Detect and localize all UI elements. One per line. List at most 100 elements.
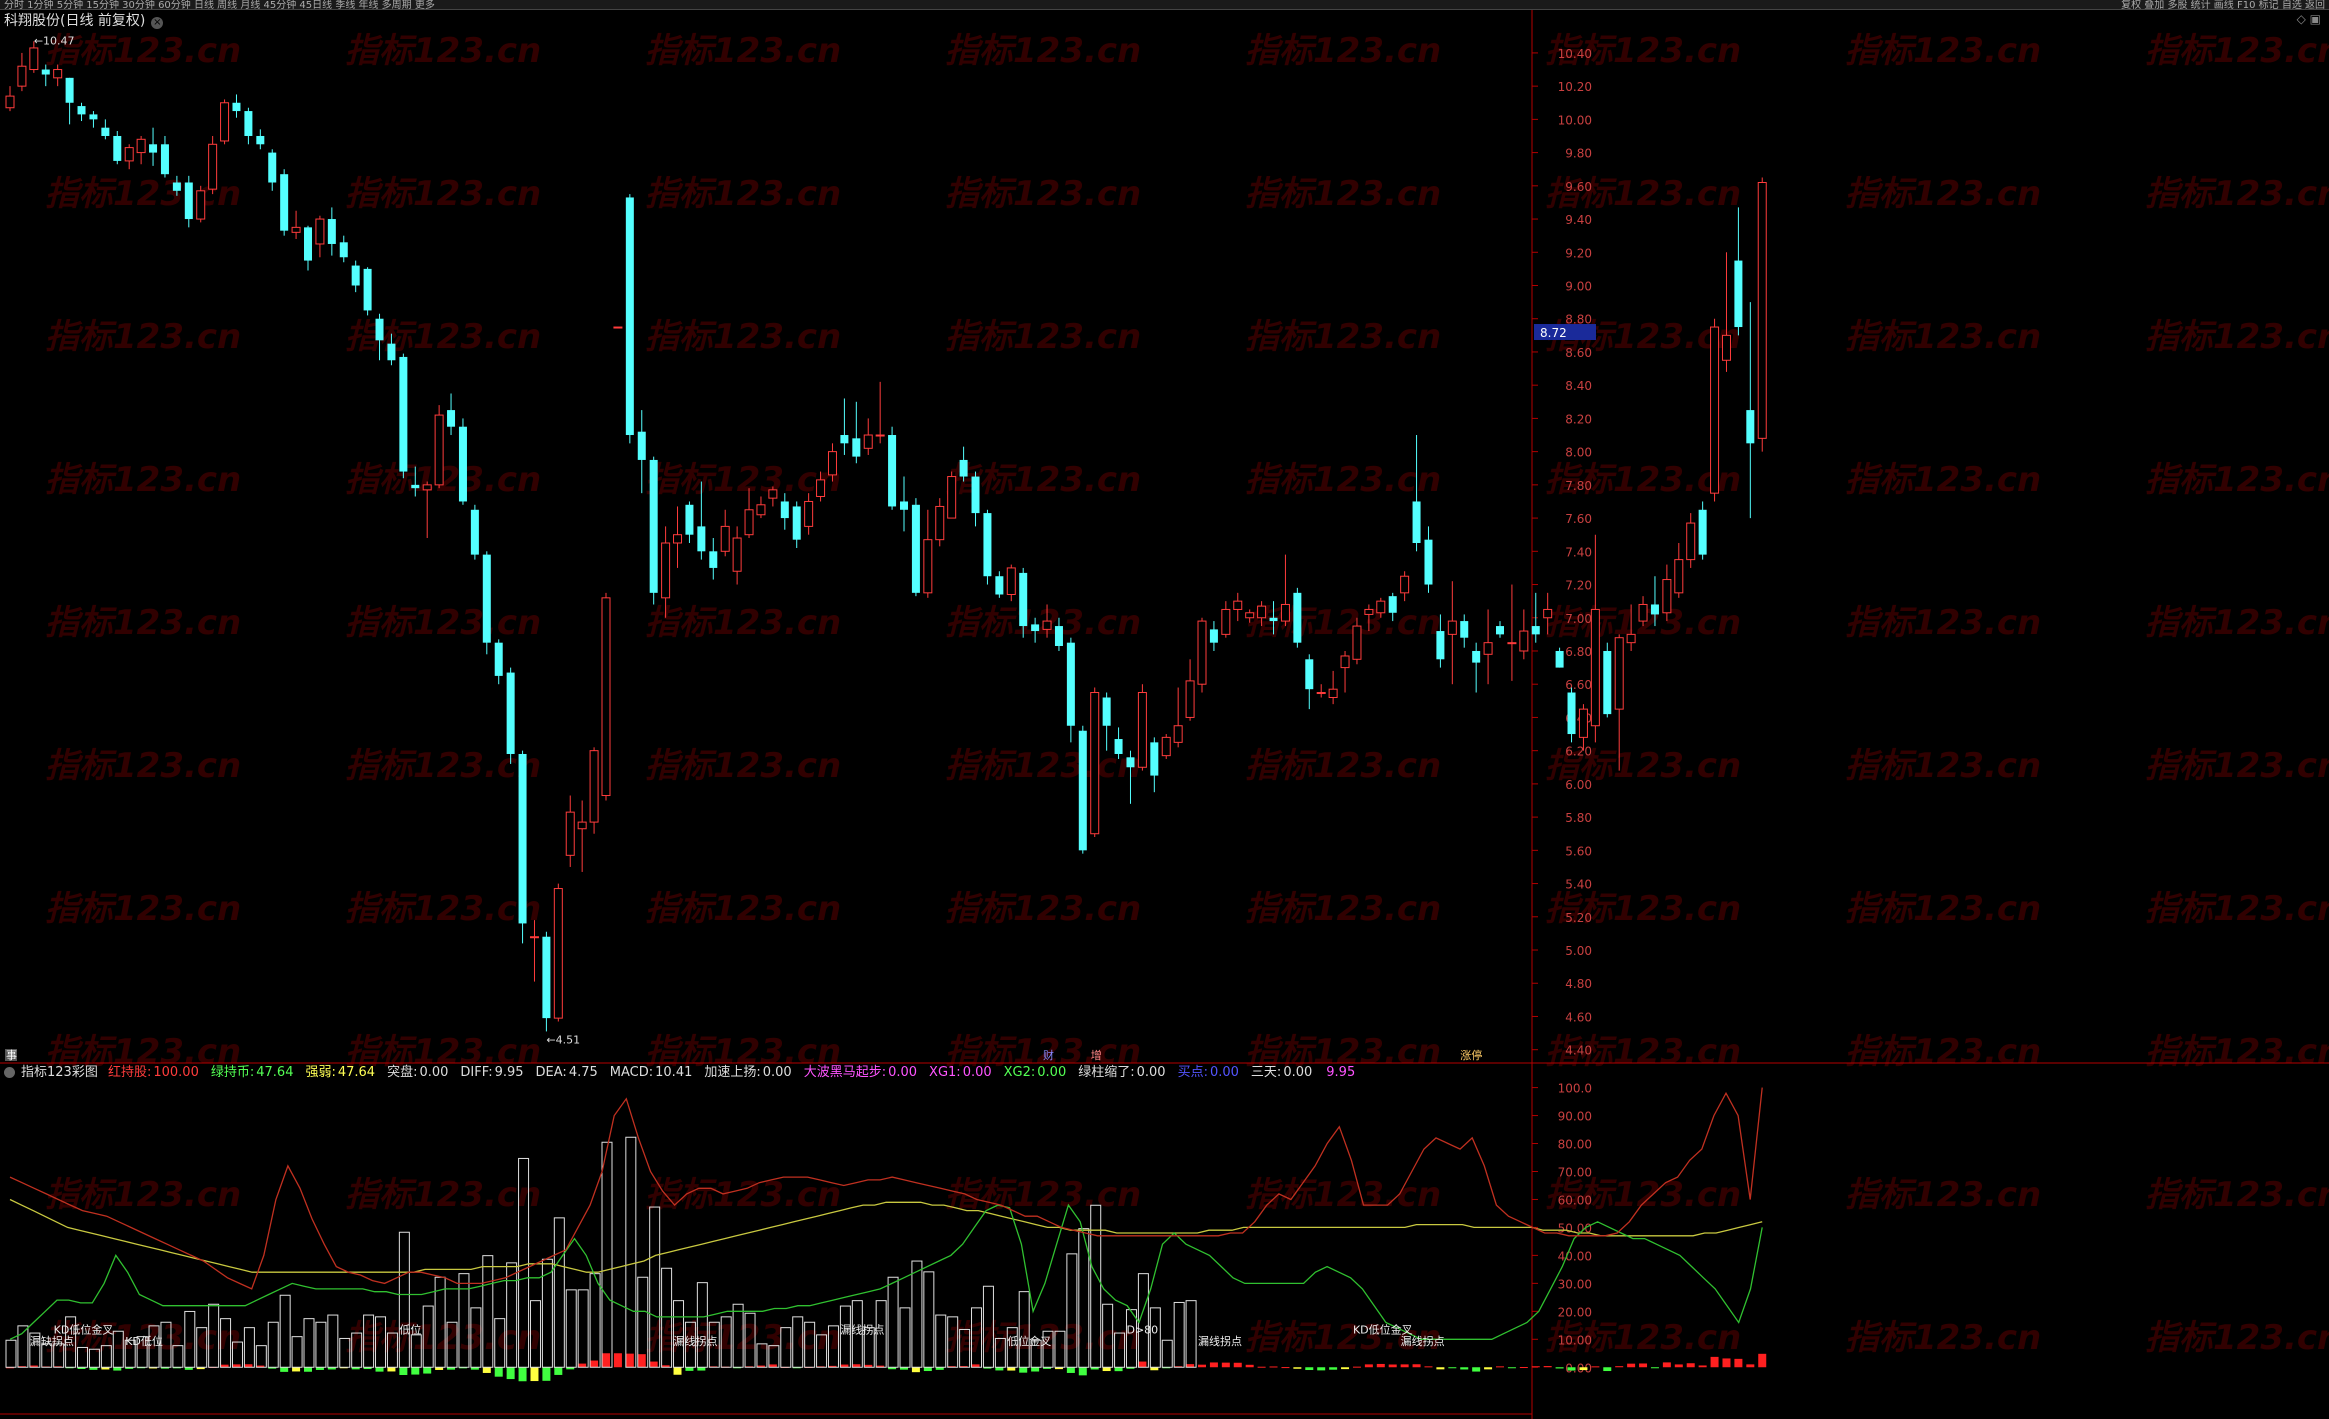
candle-body [1757,182,1767,439]
candle-body [1269,617,1278,622]
candle-body [1006,567,1016,596]
candle-body [529,936,539,939]
signal-label: KD低位金叉 [54,1323,114,1337]
volume-outline-bar [1149,1307,1161,1368]
price-tick-label: 4.40 [1565,1044,1592,1058]
price-tick-label: 9.00 [1565,280,1592,294]
macd-bar [506,1367,515,1380]
macd-bar [1758,1353,1767,1368]
volume-outline-bar [923,1271,935,1368]
candle-body [1460,621,1469,638]
volume-outline-bar [756,1343,768,1368]
price-tick-label: 7.20 [1565,579,1592,593]
indicator-name[interactable]: 指标123彩图 [21,1065,98,1080]
macd-bar [1424,1366,1433,1368]
volume-outline-bar [661,1267,673,1368]
volume-outline-bar [971,1307,983,1368]
macd-bar [1627,1363,1636,1368]
price-tick-label: 9.60 [1565,180,1592,194]
kline-chart[interactable]: 10.4010.2010.009.809.609.409.209.008.808… [0,0,2329,1419]
macd-bar [1281,1367,1290,1369]
candle-body [1019,572,1028,627]
candle-body [1340,655,1350,669]
volume-outline-bar [696,1282,708,1368]
volume-outline-bar [768,1345,780,1368]
macd-bar [1317,1367,1326,1371]
indicator-legend-value: 0.00 [1136,1065,1166,1080]
macd-bar [1329,1367,1338,1370]
volume-outline-bar [935,1314,947,1368]
macd-bar [1674,1364,1683,1368]
volume-outline-bar [732,1303,744,1368]
macd-bar [1019,1367,1028,1373]
candle-body [1447,620,1457,635]
candle-body [995,576,1004,595]
price-tick-label: 6.00 [1565,778,1592,792]
volume-outline-bar [1066,1253,1078,1368]
candle-body [1185,680,1195,718]
candle-body [363,268,372,311]
candle-body [1650,604,1659,615]
candle-body [923,539,933,594]
candle-body [149,144,158,153]
candle-body [1245,612,1255,619]
candle-body [291,226,301,233]
hold-stock-line [9,1087,1763,1290]
candle-body [709,551,718,568]
price-tick-label: 5.40 [1565,878,1592,892]
candle-body [613,326,623,329]
macd-bar [1722,1358,1731,1368]
macd-bar [578,1363,587,1368]
candle-body [280,174,289,231]
volume-outline-bar [1125,1309,1137,1368]
indicator-tick-label: 40.00 [1558,1249,1592,1263]
indicator-legend-label: 买点: [1177,1065,1208,1080]
event-marker-label: 增 [1091,1048,1102,1062]
macd-bar [411,1367,420,1375]
price-tick-label: 9.20 [1565,246,1592,260]
candle-body [1126,757,1135,768]
macd-bar [1579,1367,1588,1371]
candle-body [697,526,706,552]
volume-outline-bar [315,1321,327,1368]
macd-bar [1543,1366,1552,1368]
candle-body [1257,605,1267,619]
macd-bar [637,1354,646,1368]
candle-body [1054,626,1063,646]
candle-body [1590,608,1600,727]
indicator-legend-item: 三天: 0.00 [1251,1065,1318,1080]
candle-body [411,484,420,489]
candle-body [827,451,837,476]
event-marker-label: 涨停 [1460,1048,1482,1062]
candle-body [1555,650,1564,668]
price-tick-label: 10.20 [1558,80,1592,94]
indicator-legend-value: 9.95 [1326,1065,1356,1080]
macd-bar [292,1367,301,1372]
indicator-legend-item: 红持股: 100.00 [108,1065,205,1080]
macd-bar [1603,1367,1612,1372]
price-tick-label: 5.60 [1565,844,1592,858]
indicator-legend-item: 绿持币: 47.64 [211,1065,300,1080]
volume-outline-bar [5,1339,17,1368]
macd-bar [1615,1366,1624,1368]
indicator-tick-label: 10.00 [1558,1333,1592,1347]
candle-body [935,505,945,541]
candle-body [1031,624,1040,632]
macd-bar [1460,1367,1469,1370]
candle-body [1531,626,1540,635]
macd-bar [530,1367,539,1382]
gear-icon[interactable] [4,1067,15,1078]
macd-bar [1591,1366,1600,1368]
volume-outline-bar [577,1289,589,1368]
volume-outline-bar [589,1273,601,1368]
candle-body [434,414,444,486]
candle-body [1197,620,1207,685]
price-tick-label: 6.80 [1565,645,1592,659]
volume-outline-bar [1102,1303,1114,1368]
volume-outline-bar [422,1305,434,1368]
macd-bar [613,1353,622,1368]
volume-outline-bar [112,1330,124,1368]
volume-outline-bar [363,1314,375,1368]
macd-bar [1448,1367,1457,1369]
indicator-legend-item: 9.95 [1324,1065,1361,1080]
